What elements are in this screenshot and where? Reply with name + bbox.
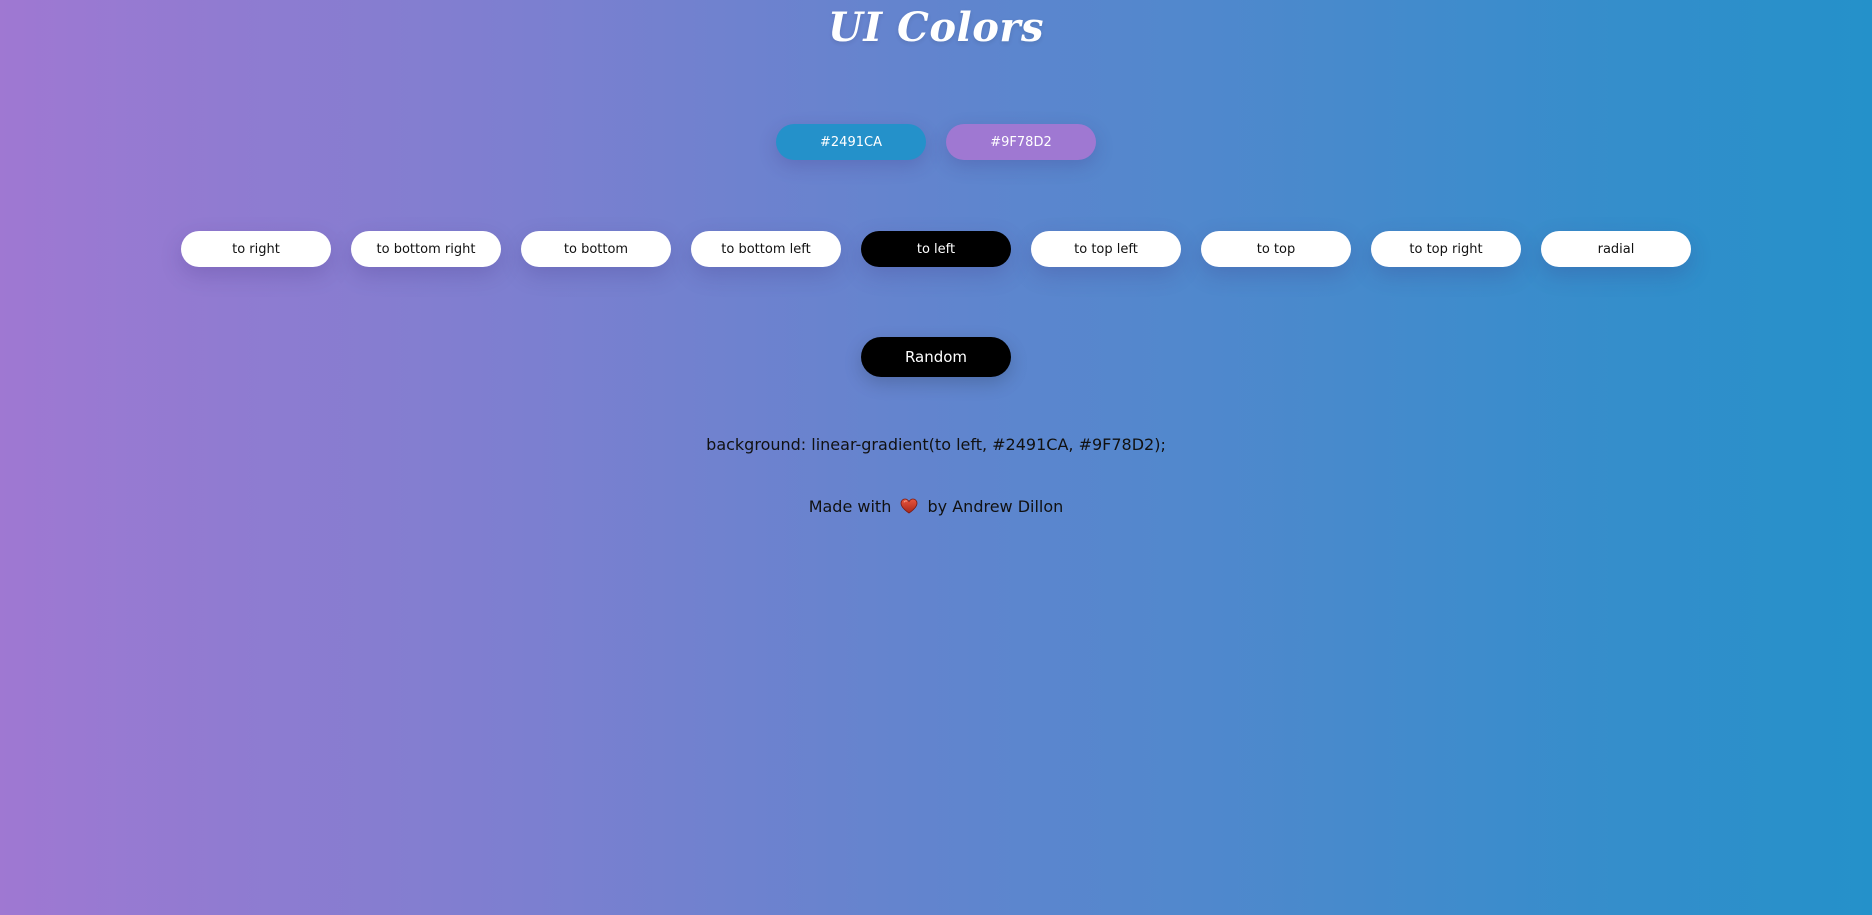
direction-button-row: to right to bottom right to bottom to bo… — [181, 231, 1691, 267]
direction-to-top-button[interactable]: to top — [1201, 231, 1351, 267]
direction-to-bottom-right-button[interactable]: to bottom right — [351, 231, 501, 267]
direction-to-bottom-left-button[interactable]: to bottom left — [691, 231, 841, 267]
direction-to-right-button[interactable]: to right — [181, 231, 331, 267]
direction-to-left-button[interactable]: to left — [861, 231, 1011, 267]
made-with-text: Made with — [808, 497, 892, 516]
direction-to-top-left-button[interactable]: to top left — [1031, 231, 1181, 267]
color-2-button[interactable]: #9F78D2 — [946, 124, 1096, 160]
direction-to-top-right-button[interactable]: to top right — [1371, 231, 1521, 267]
color-swatch-row: #2491CA #9F78D2 — [0, 124, 1872, 160]
heart-icon — [900, 498, 918, 518]
direction-radial-button[interactable]: radial — [1541, 231, 1691, 267]
css-output-text: background: linear-gradient(to left, #24… — [706, 435, 1166, 454]
direction-to-bottom-button[interactable]: to bottom — [521, 231, 671, 267]
footer-credit: Made with by Andrew Dillon — [0, 497, 1872, 518]
random-button[interactable]: Random — [861, 337, 1011, 377]
author-text: by Andrew Dillon — [927, 497, 1064, 516]
page-title: UI Colors — [827, 4, 1044, 51]
color-1-button[interactable]: #2491CA — [776, 124, 926, 160]
